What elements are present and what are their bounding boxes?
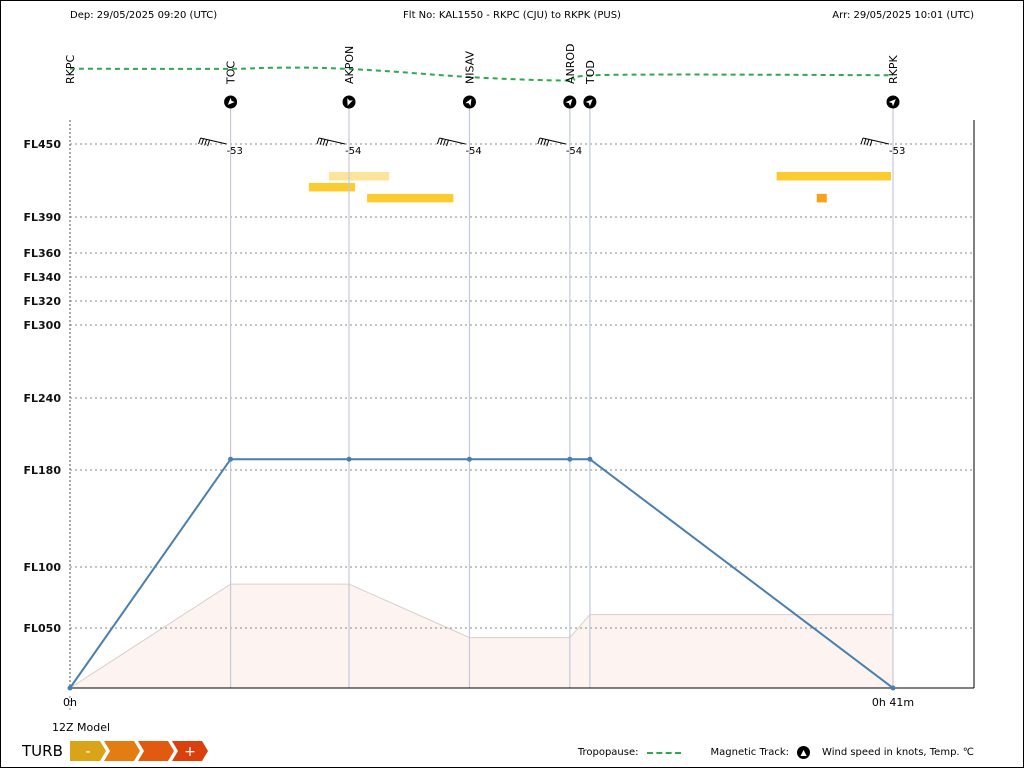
wind-barb-staff-nisav — [439, 137, 466, 145]
magnetic-track-icon-nisav — [462, 95, 476, 109]
waypoint-label-nisav: NISAV — [463, 51, 476, 84]
profile-point-4 — [466, 456, 472, 462]
turbulence-scale-label: TURB — [22, 742, 63, 760]
temperature-nisav: -54 — [465, 146, 481, 157]
temperature-anrod: -54 — [566, 146, 582, 157]
tropopause-line — [69, 66, 894, 82]
turb-scale-label-4: + — [184, 744, 196, 760]
wind-barb-feather-rkpk-3 — [866, 139, 870, 146]
wind-barb-feather-akpon-3 — [322, 139, 326, 146]
wind-barb-feather-nisav-4 — [445, 139, 449, 147]
temperature-akpon: -54 — [345, 146, 361, 157]
profile-point-2 — [228, 456, 234, 462]
wind-barb-staff-anrod — [539, 137, 566, 145]
wind-barb-feather-akpon-1 — [316, 137, 320, 145]
turb-scale-step-3 — [138, 741, 174, 761]
wind-barb-rkpk — [860, 137, 890, 147]
turb-scale-label-1: - — [85, 744, 90, 760]
x-tick-start: 0h — [63, 696, 77, 709]
wind-barb-staff-rkpk — [862, 137, 890, 145]
y-tick-fl100: FL100 — [24, 561, 62, 574]
wind-barb-feather-toc-4 — [207, 139, 211, 147]
magnetic-track-icon-tod — [583, 95, 597, 109]
wind-barb-feather-rkpk-1 — [860, 137, 864, 145]
turbulence-area-5 — [816, 193, 827, 203]
wind-barb-toc — [198, 137, 227, 147]
y-tick-fl450: FL450 — [24, 138, 62, 151]
wind-barb-staff-akpon — [318, 137, 346, 145]
wind-barb-feather-akpon-4 — [325, 139, 329, 147]
magnetic-track-icon-toc — [224, 95, 238, 109]
magnetic-track-icon-anrod — [563, 95, 577, 109]
magnetic-track-icon-akpon — [342, 95, 356, 109]
waypoint-label-toc: TOC — [225, 61, 238, 85]
turbulence-area-2 — [308, 182, 356, 192]
turbulence-area-4 — [776, 171, 891, 181]
wind-barb-feather-toc-1 — [198, 137, 202, 145]
chart-frame: Dep: 29/05/2025 09:20 (UTC) Flt No: KAL1… — [0, 0, 1024, 768]
profile-point-3 — [346, 456, 352, 462]
wind-barb-feather-anrod-4 — [546, 139, 550, 147]
waypoint-label-rkpk: RKPK — [887, 55, 900, 84]
terrain-area — [68, 583, 894, 689]
y-tick-fl360: FL360 — [24, 247, 62, 260]
legend: Tropopause: Magnetic Track: ▲ Wind speed… — [578, 746, 974, 759]
wind-barb-feather-rkpk-4 — [869, 139, 873, 147]
wind-barb-anrod — [537, 137, 566, 147]
magnetic-track-icon-rkpk — [886, 95, 900, 109]
wind-legend-label: Wind speed in knots, Temp. ℃ — [822, 747, 974, 758]
waypoint-label-akpon: AKPON — [343, 46, 356, 84]
temperature-rkpk: -53 — [889, 146, 905, 157]
profile-point-6 — [587, 456, 593, 462]
turb-scale-step-2 — [104, 741, 140, 761]
tropopause-legend-label: Tropopause: — [577, 747, 639, 758]
y-tick-fl340: FL340 — [24, 271, 62, 284]
wind-barb-staff-toc — [200, 137, 227, 145]
x-tick-end: 0h 41m — [872, 696, 914, 709]
tropopause-legend-swatch — [646, 751, 681, 754]
profile-point-7 — [890, 685, 896, 691]
model-label: 12Z Model — [52, 721, 111, 734]
turbulence-area-1 — [328, 171, 390, 181]
y-tick-fl390: FL390 — [24, 211, 62, 224]
magnetic-track-icon: ▲ — [797, 746, 811, 759]
waypoint-label-rkpc: RKPC — [64, 55, 77, 84]
wind-barb-feather-nisav-1 — [436, 137, 440, 145]
profile-point-5 — [567, 456, 573, 462]
wind-barb-akpon — [316, 137, 346, 147]
vertical-profile-chart: FL050 FL100 FL180 FL240 FL300 FL320 FL340 FL360… — [0, 0, 1024, 768]
y-tick-fl320: FL320 — [24, 295, 62, 308]
magnetic-track-legend-label: Magnetic Track: — [710, 747, 790, 758]
turbulence-area-3 — [367, 193, 454, 203]
temperature-toc: -53 — [227, 146, 243, 157]
waypoint-label-tod: TOD — [584, 60, 597, 85]
waypoint-label-anrod: ANROD — [564, 43, 577, 84]
y-tick-fl180: FL180 — [24, 464, 62, 477]
wind-barb-feather-toc-2 — [201, 138, 205, 145]
profile-point-1 — [67, 685, 73, 691]
y-tick-fl240: FL240 — [24, 392, 62, 405]
y-tick-fl050: FL050 — [24, 622, 62, 635]
wind-barb-feather-anrod-1 — [537, 137, 541, 145]
wind-barb-nisav — [436, 137, 466, 147]
y-tick-fl300: FL300 — [24, 319, 62, 332]
